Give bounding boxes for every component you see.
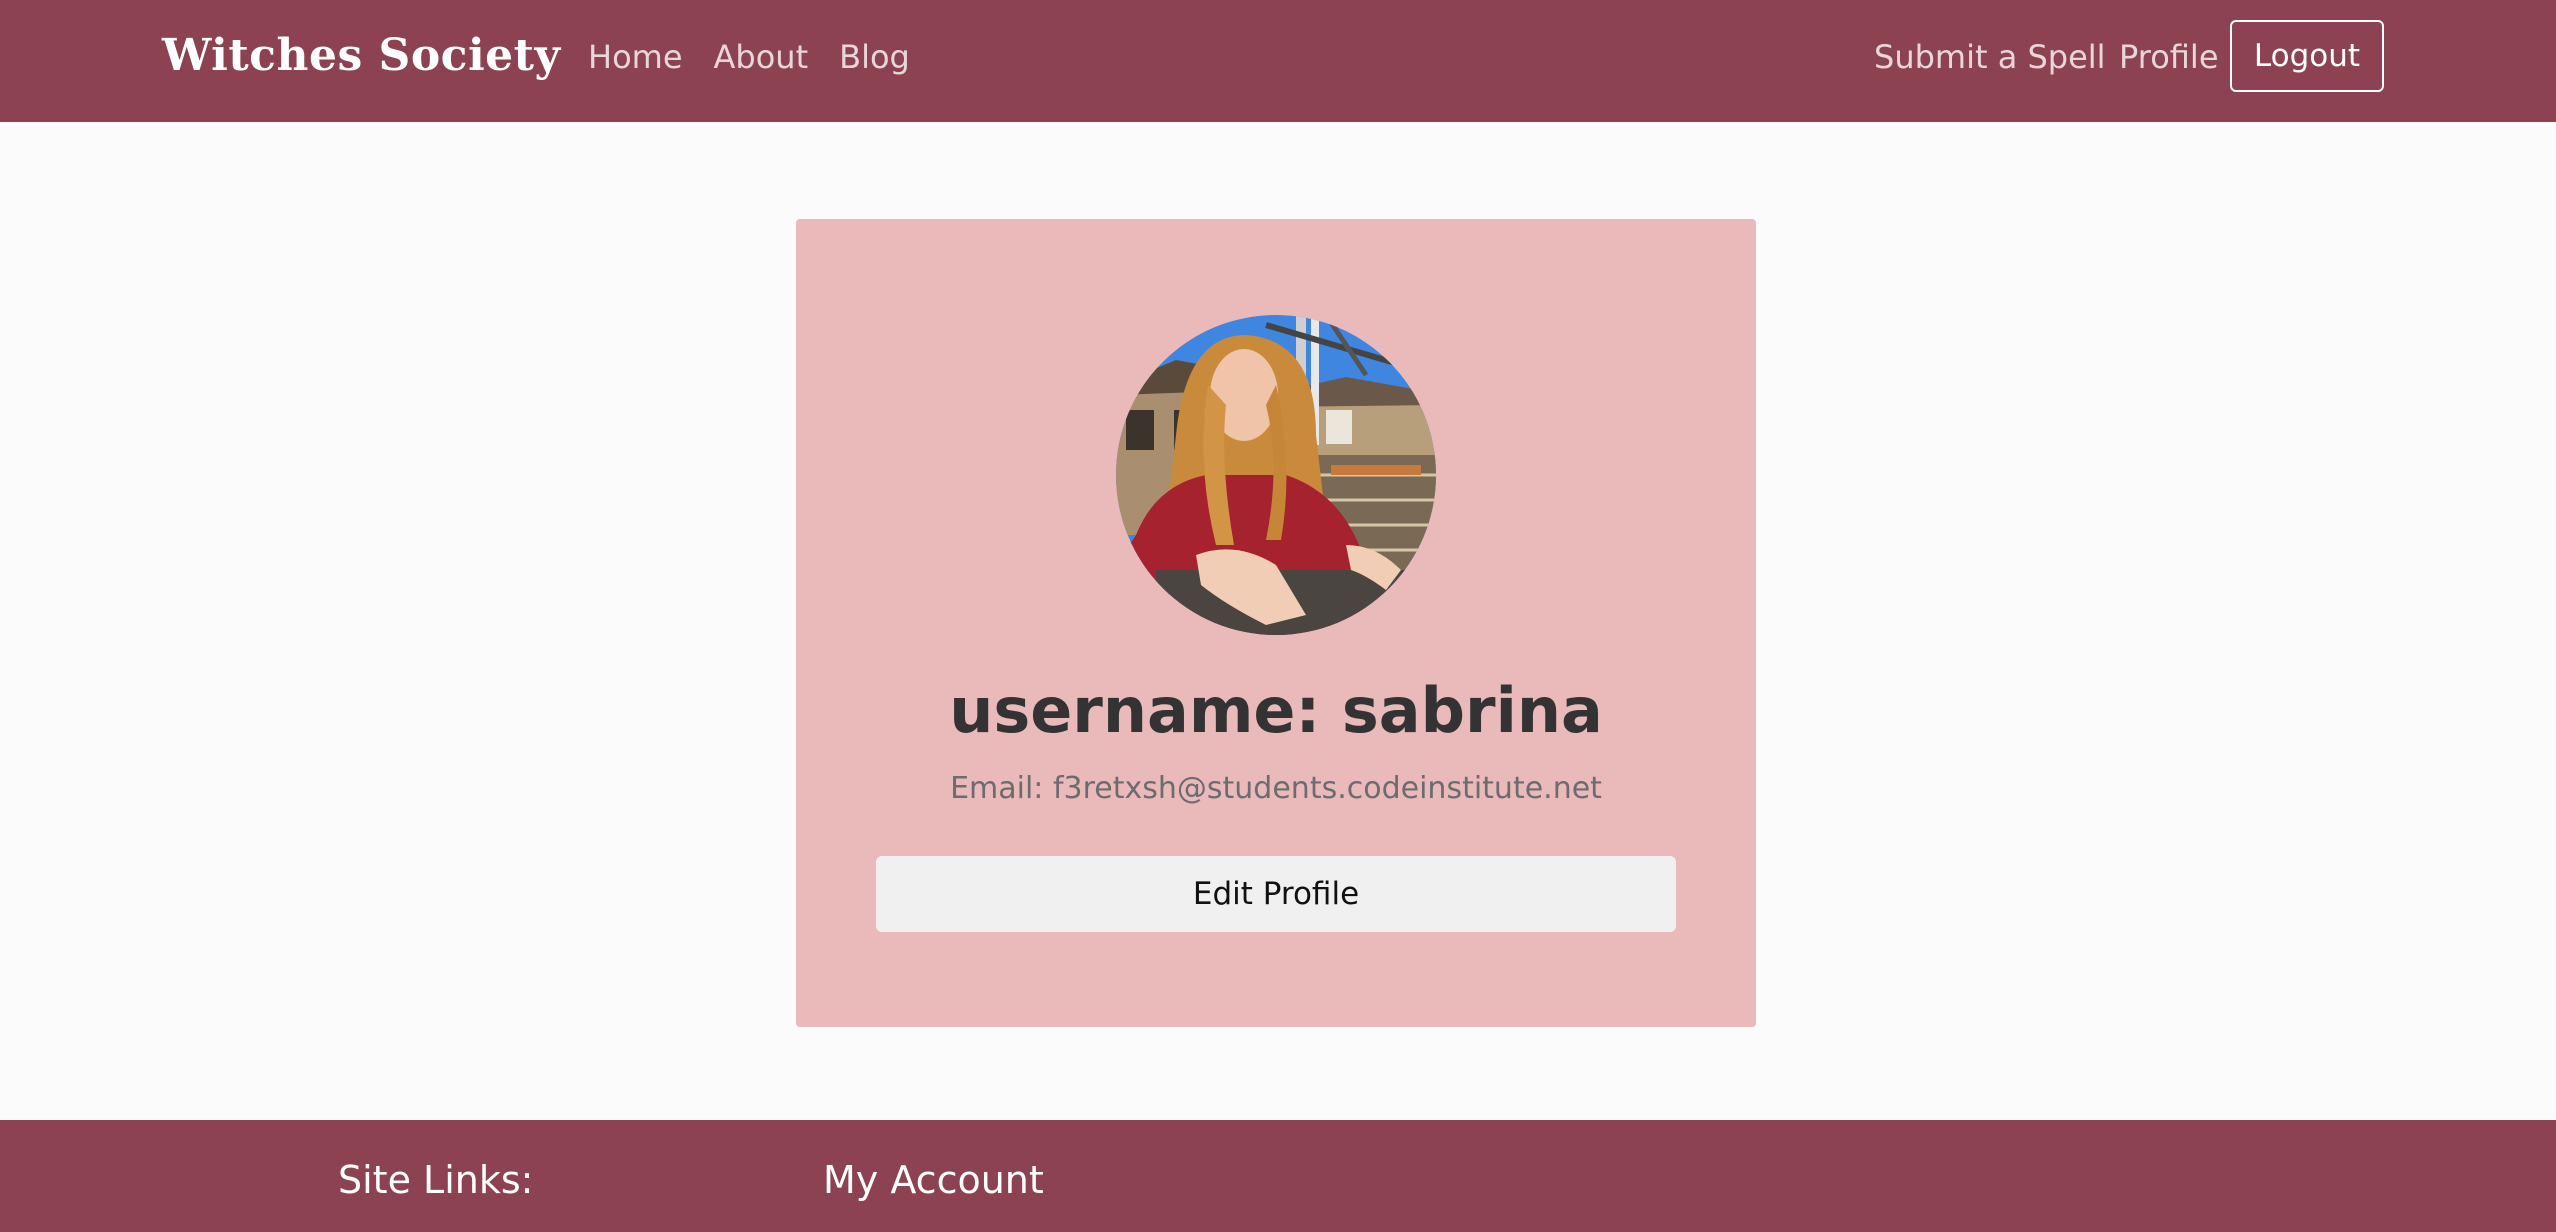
nav-link-submit-spell[interactable]: Submit a Spell bbox=[1874, 38, 2106, 76]
nav-link-about[interactable]: About bbox=[714, 38, 809, 76]
top-navbar: Witches Society Home About Blog Submit a… bbox=[0, 0, 2556, 122]
profile-username: username: sabrina bbox=[796, 674, 1756, 747]
logout-button[interactable]: Logout bbox=[2230, 20, 2384, 92]
profile-email: Email: f3retxsh@students.codeinstitute.n… bbox=[796, 771, 1756, 806]
site-footer: Site Links: My Account bbox=[0, 1120, 2556, 1232]
avatar-photo-image bbox=[1116, 315, 1436, 635]
username-value: sabrina bbox=[1341, 674, 1603, 747]
email-value: f3retxsh@students.codeinstitute.net bbox=[1052, 771, 1602, 806]
nav-link-profile[interactable]: Profile bbox=[2119, 38, 2219, 76]
primary-nav-links: Home About Blog bbox=[588, 38, 910, 76]
footer-heading-my-account: My Account bbox=[823, 1158, 1044, 1202]
brand-logo-link[interactable]: Witches Society bbox=[162, 30, 561, 81]
edit-profile-button[interactable]: Edit Profile bbox=[876, 856, 1676, 932]
profile-avatar bbox=[1116, 315, 1436, 635]
nav-link-home[interactable]: Home bbox=[588, 38, 683, 76]
profile-card: username: sabrina Email: f3retxsh@studen… bbox=[796, 219, 1756, 1027]
footer-heading-site-links: Site Links: bbox=[338, 1158, 534, 1202]
email-label: Email: bbox=[950, 771, 1044, 806]
nav-link-blog[interactable]: Blog bbox=[839, 38, 910, 76]
username-label: username: bbox=[949, 674, 1321, 747]
